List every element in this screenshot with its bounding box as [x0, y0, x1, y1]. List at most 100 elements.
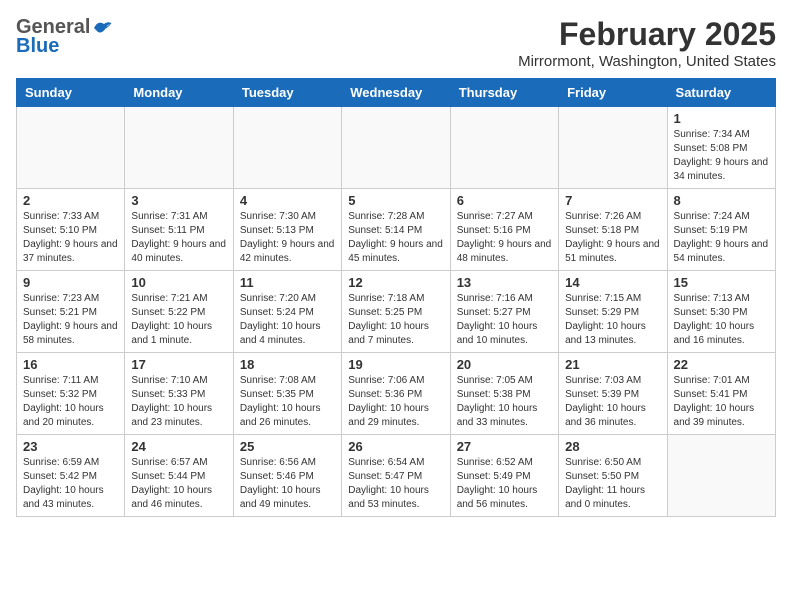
page-header: General Blue February 2025 Mirrormont, W…: [16, 16, 776, 70]
calendar-month-year: February 2025: [518, 16, 776, 53]
table-row: 21 Sunrise: 7:03 AM Sunset: 5:39 PM Dayli…: [559, 353, 667, 435]
day-info: Sunrise: 7:15 AM Sunset: 5:29 PM Dayligh…: [565, 292, 660, 348]
calendar-table: Sunday Monday Tuesday Wednesday Thursday…: [16, 78, 776, 517]
col-friday: Friday: [559, 79, 667, 107]
calendar-week-row: 16 Sunrise: 7:11 AM Sunset: 5:32 PM Dayli…: [17, 353, 776, 435]
day-info: Sunrise: 7:20 AM Sunset: 5:24 PM Dayligh…: [240, 292, 335, 348]
day-info: Sunrise: 7:11 AM Sunset: 5:32 PM Dayligh…: [23, 374, 118, 430]
day-number: 27: [457, 439, 552, 454]
calendar-location: Mirrormont, Washington, United States: [518, 53, 776, 70]
day-number: 24: [131, 439, 226, 454]
table-row: 1 Sunrise: 7:34 AM Sunset: 5:08 PM Daylig…: [667, 107, 775, 189]
table-row: 16 Sunrise: 7:11 AM Sunset: 5:32 PM Dayli…: [17, 353, 125, 435]
day-number: 17: [131, 357, 226, 372]
day-number: 15: [674, 275, 769, 290]
day-info: Sunrise: 7:16 AM Sunset: 5:27 PM Dayligh…: [457, 292, 552, 348]
logo: General Blue: [16, 16, 112, 58]
day-info: Sunrise: 7:21 AM Sunset: 5:22 PM Dayligh…: [131, 292, 226, 348]
table-row: 20 Sunrise: 7:05 AM Sunset: 5:38 PM Dayli…: [450, 353, 558, 435]
logo-bird-icon: [92, 20, 112, 36]
table-row: 28 Sunrise: 6:50 AM Sunset: 5:50 PM Dayli…: [559, 435, 667, 517]
day-info: Sunrise: 6:57 AM Sunset: 5:44 PM Dayligh…: [131, 456, 226, 512]
day-info: Sunrise: 6:50 AM Sunset: 5:50 PM Dayligh…: [565, 456, 660, 512]
table-row: 18Sunrise: 7:08 AM Sunset: 5:35 PM Dayli…: [233, 353, 341, 435]
day-info: Sunrise: 7:24 AM Sunset: 5:19 PM Dayligh…: [674, 210, 769, 266]
col-sunday: Sunday: [17, 79, 125, 107]
table-row: [233, 107, 341, 189]
day-info: Sunrise: 7:06 AM Sunset: 5:36 PM Dayligh…: [348, 374, 443, 430]
day-number: 22: [674, 357, 769, 372]
table-row: 19Sunrise: 7:06 AM Sunset: 5:36 PM Dayli…: [342, 353, 450, 435]
day-number: 3: [131, 193, 226, 208]
table-row: 11 Sunrise: 7:20 AM Sunset: 5:24 PM Dayli…: [233, 271, 341, 353]
table-row: 2 Sunrise: 7:33 AM Sunset: 5:10 PM Daylig…: [17, 189, 125, 271]
day-number: 25: [240, 439, 335, 454]
day-number: 6: [457, 193, 552, 208]
day-number: 18: [240, 357, 335, 372]
calendar-week-row: 23 Sunrise: 6:59 AM Sunset: 5:42 PM Dayli…: [17, 435, 776, 517]
day-number: 28: [565, 439, 660, 454]
day-number: 7: [565, 193, 660, 208]
day-number: 12: [348, 275, 443, 290]
table-row: 27 Sunrise: 6:52 AM Sunset: 5:49 PM Dayli…: [450, 435, 558, 517]
table-row: 4 Sunrise: 7:30 AM Sunset: 5:13 PM Daylig…: [233, 189, 341, 271]
day-number: 14: [565, 275, 660, 290]
day-info: Sunrise: 7:01 AM Sunset: 5:41 PM Dayligh…: [674, 374, 769, 430]
day-number: 20: [457, 357, 552, 372]
day-number: 26: [348, 439, 443, 454]
day-number: 13: [457, 275, 552, 290]
day-info: Sunrise: 6:59 AM Sunset: 5:42 PM Dayligh…: [23, 456, 118, 512]
day-info: Sunrise: 7:18 AM Sunset: 5:25 PM Dayligh…: [348, 292, 443, 348]
table-row: 8 Sunrise: 7:24 AM Sunset: 5:19 PM Daylig…: [667, 189, 775, 271]
table-row: 5Sunrise: 7:28 AM Sunset: 5:14 PM Daylig…: [342, 189, 450, 271]
table-row: 7 Sunrise: 7:26 AM Sunset: 5:18 PM Daylig…: [559, 189, 667, 271]
day-info: Sunrise: 7:05 AM Sunset: 5:38 PM Dayligh…: [457, 374, 552, 430]
table-row: [342, 107, 450, 189]
day-info: Sunrise: 6:56 AM Sunset: 5:46 PM Dayligh…: [240, 456, 335, 512]
day-info: Sunrise: 7:03 AM Sunset: 5:39 PM Dayligh…: [565, 374, 660, 430]
col-wednesday: Wednesday: [342, 79, 450, 107]
day-info: Sunrise: 7:10 AM Sunset: 5:33 PM Dayligh…: [131, 374, 226, 430]
day-number: 21: [565, 357, 660, 372]
table-row: [559, 107, 667, 189]
day-number: 16: [23, 357, 118, 372]
day-info: Sunrise: 7:33 AM Sunset: 5:10 PM Dayligh…: [23, 210, 118, 266]
table-row: 15Sunrise: 7:13 AM Sunset: 5:30 PM Dayli…: [667, 271, 775, 353]
col-thursday: Thursday: [450, 79, 558, 107]
day-info: Sunrise: 7:26 AM Sunset: 5:18 PM Dayligh…: [565, 210, 660, 266]
day-number: 5: [348, 193, 443, 208]
day-number: 2: [23, 193, 118, 208]
day-number: 10: [131, 275, 226, 290]
table-row: 13 Sunrise: 7:16 AM Sunset: 5:27 PM Dayli…: [450, 271, 558, 353]
calendar-week-row: 9Sunrise: 7:23 AM Sunset: 5:21 PM Daylig…: [17, 271, 776, 353]
table-row: 25 Sunrise: 6:56 AM Sunset: 5:46 PM Dayli…: [233, 435, 341, 517]
day-info: Sunrise: 6:54 AM Sunset: 5:47 PM Dayligh…: [348, 456, 443, 512]
table-row: 10 Sunrise: 7:21 AM Sunset: 5:22 PM Dayli…: [125, 271, 233, 353]
table-row: 3 Sunrise: 7:31 AM Sunset: 5:11 PM Daylig…: [125, 189, 233, 271]
calendar-title-block: February 2025 Mirrormont, Washington, Un…: [518, 16, 776, 70]
day-number: 8: [674, 193, 769, 208]
col-saturday: Saturday: [667, 79, 775, 107]
table-row: 24 Sunrise: 6:57 AM Sunset: 5:44 PM Dayli…: [125, 435, 233, 517]
day-info: Sunrise: 7:34 AM Sunset: 5:08 PM Dayligh…: [674, 128, 769, 184]
day-info: Sunrise: 7:31 AM Sunset: 5:11 PM Dayligh…: [131, 210, 226, 266]
day-number: 4: [240, 193, 335, 208]
table-row: [17, 107, 125, 189]
day-info: Sunrise: 6:52 AM Sunset: 5:49 PM Dayligh…: [457, 456, 552, 512]
table-row: 9Sunrise: 7:23 AM Sunset: 5:21 PM Daylig…: [17, 271, 125, 353]
table-row: 22 Sunrise: 7:01 AM Sunset: 5:41 PM Dayli…: [667, 353, 775, 435]
col-monday: Monday: [125, 79, 233, 107]
day-info: Sunrise: 7:30 AM Sunset: 5:13 PM Dayligh…: [240, 210, 335, 266]
table-row: 26 Sunrise: 6:54 AM Sunset: 5:47 PM Dayli…: [342, 435, 450, 517]
table-row: 23 Sunrise: 6:59 AM Sunset: 5:42 PM Dayli…: [17, 435, 125, 517]
table-row: [450, 107, 558, 189]
day-info: Sunrise: 7:27 AM Sunset: 5:16 PM Dayligh…: [457, 210, 552, 266]
calendar-header-row: Sunday Monday Tuesday Wednesday Thursday…: [17, 79, 776, 107]
day-number: 23: [23, 439, 118, 454]
day-number: 11: [240, 275, 335, 290]
day-number: 1: [674, 111, 769, 126]
table-row: 17 Sunrise: 7:10 AM Sunset: 5:33 PM Dayli…: [125, 353, 233, 435]
table-row: [125, 107, 233, 189]
calendar-week-row: 1 Sunrise: 7:34 AM Sunset: 5:08 PM Daylig…: [17, 107, 776, 189]
table-row: 12 Sunrise: 7:18 AM Sunset: 5:25 PM Dayli…: [342, 271, 450, 353]
